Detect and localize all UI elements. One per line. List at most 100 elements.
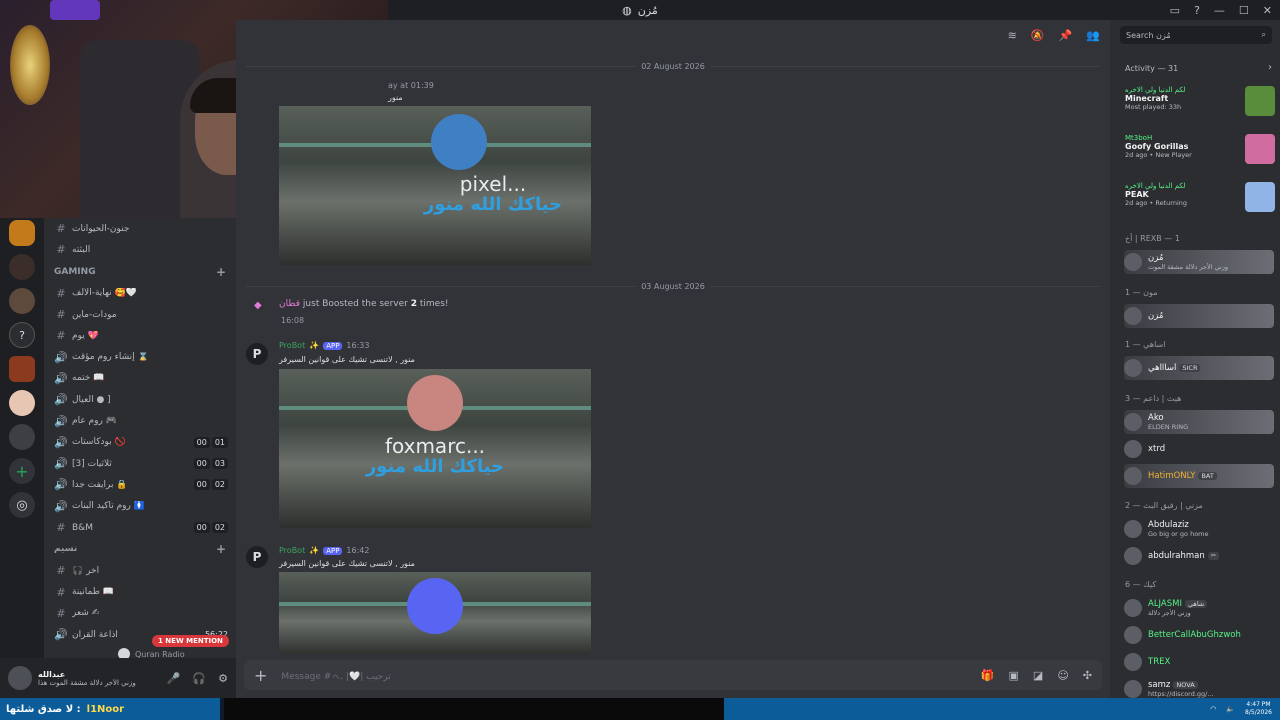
channel-item[interactable]: 🔊 روم تأكيد البنات 🚺: [44, 496, 236, 517]
member-item[interactable]: Ako ELDEN RING: [1124, 410, 1274, 434]
stream-ticker: لا صدق شلتها : l1Noor: [0, 698, 220, 720]
mute-mic-icon[interactable]: 🎤: [167, 672, 181, 685]
server-icon-2[interactable]: [9, 254, 35, 280]
pin-icon[interactable]: 📌: [1059, 29, 1073, 42]
member-item[interactable]: ALJASMI شاهي وزني الأجر دلالة: [1124, 596, 1274, 620]
avatar: [1124, 467, 1142, 485]
minimize-button[interactable]: —: [1214, 4, 1225, 17]
clock[interactable]: 4:47 PM 8/5/2026: [1245, 701, 1272, 717]
add-channel-icon[interactable]: +: [216, 542, 226, 556]
message-author[interactable]: ProBot: [279, 546, 305, 555]
category-gaming[interactable]: GAMING +: [44, 261, 236, 283]
welcome-embed-image[interactable]: pixel... حياكك الله منور: [279, 106, 591, 265]
channel-item[interactable]: 🔊 برايفت جدا 🔒 00 02: [44, 474, 236, 495]
search-input[interactable]: Search مُزن ⌕: [1120, 26, 1272, 44]
channel-item[interactable]: # مودات-ماين: [44, 304, 236, 325]
notification-bell-icon[interactable]: 🔕: [1031, 29, 1045, 42]
server-icon-4[interactable]: ?: [9, 322, 35, 348]
inbox-icon[interactable]: ▭: [1170, 4, 1180, 17]
channel-item[interactable]: 🔊 العيال ● ]: [44, 389, 236, 410]
taskbar-apps: [224, 698, 724, 720]
boost-user[interactable]: قطان: [279, 299, 300, 309]
game-thumbnail: [1245, 182, 1275, 212]
message-author[interactable]: ProBot: [279, 341, 305, 350]
attach-plus-icon[interactable]: +: [254, 666, 267, 685]
close-button[interactable]: ✕: [1263, 4, 1272, 17]
channel-name: يوم 💖: [72, 330, 99, 341]
new-mention-badge[interactable]: 1 NEW MENTION: [152, 635, 229, 647]
channel-item[interactable]: # يوم 💖: [44, 325, 236, 346]
member-item[interactable]: abdulrahman ᵞᵃ: [1124, 544, 1274, 568]
user-status: وزني الأجر دلالة مشقة الموت هذا: [38, 678, 136, 687]
emoji-icon[interactable]: ☺: [1057, 669, 1068, 682]
add-channel-icon[interactable]: +: [216, 265, 226, 279]
server-icon-6[interactable]: [9, 390, 35, 416]
count-chip: 00: [193, 522, 210, 533]
gift-icon[interactable]: 🎁: [981, 669, 995, 682]
speaker-icon: 🔊: [54, 435, 68, 449]
channel-item[interactable]: 🔊 إنشاء روم مؤقت ⌛: [44, 346, 236, 367]
member-item[interactable]: xtrd: [1124, 437, 1274, 461]
member-item[interactable]: HatimONLY BAT: [1124, 464, 1274, 488]
category-second[interactable]: نسيم +: [44, 538, 236, 560]
gif-icon[interactable]: ▣: [1009, 669, 1019, 682]
message-text: منور , لاتنسى تشيك على قوانين السيرفر: [279, 559, 415, 568]
probot-avatar[interactable]: P: [246, 546, 268, 568]
wifi-icon[interactable]: ◠: [1210, 705, 1216, 713]
threads-icon[interactable]: ≋: [1008, 29, 1017, 42]
channel-item[interactable]: # البثته: [44, 239, 236, 260]
member-tag: NOVA: [1173, 681, 1198, 689]
avatar: [1124, 599, 1142, 617]
add-server-button[interactable]: +: [9, 458, 35, 484]
welcome-embed-image[interactable]: [279, 572, 591, 654]
message-input[interactable]: Message #ㇸ. |🤍| ترحيب: [281, 669, 980, 682]
channel-item[interactable]: # شعر ✍: [44, 603, 236, 624]
deafen-icon[interactable]: 🎧: [192, 672, 206, 685]
channel-item[interactable]: # نهاية-الألف 🥰🤍: [44, 283, 236, 304]
speaker-icon: 🔊: [54, 478, 68, 492]
member-item[interactable]: أساااهي SICR: [1124, 356, 1274, 380]
server-icon-7[interactable]: [9, 424, 35, 450]
probot-avatar[interactable]: P: [246, 343, 268, 365]
user-controls: 🎤 🎧 ⚙: [167, 672, 228, 685]
sticker-icon[interactable]: ◪: [1033, 669, 1043, 682]
channel-item[interactable]: 🔊 بودكاستات 🚫 00 01: [44, 432, 236, 453]
activity-card[interactable]: Mt3boH Goofy Gorillas 2d ago • New Player: [1125, 134, 1275, 174]
volume-icon[interactable]: 🔈: [1226, 705, 1235, 713]
settings-gear-icon[interactable]: ⚙: [218, 672, 228, 685]
member-item[interactable]: TREX: [1124, 650, 1274, 674]
user-info[interactable]: عبدالله وزني الأجر دلالة مشقة الموت هذا: [38, 670, 167, 687]
channel-item[interactable]: 🔊 ختمه 📖: [44, 368, 236, 389]
apps-icon[interactable]: ✣: [1083, 669, 1092, 682]
channel-item[interactable]: 🔊 روم عام 🎮: [44, 410, 236, 431]
server-icon-5[interactable]: [9, 356, 35, 382]
server-icon-3[interactable]: [9, 288, 35, 314]
voice-member[interactable]: Quran Radio: [118, 648, 185, 658]
channel-item[interactable]: # 🎧 أخر: [44, 560, 236, 581]
speaker-icon: 🔊: [54, 393, 68, 407]
server-icon-1[interactable]: [9, 220, 35, 246]
help-icon[interactable]: ?: [1194, 4, 1200, 17]
voice-user-count: 00 01: [193, 436, 228, 448]
member-item[interactable]: مُزن وزني الأجر دلالة مشقة الموت: [1124, 250, 1274, 274]
maximize-button[interactable]: ☐: [1239, 4, 1249, 17]
channel-item[interactable]: # B&M 00 02: [44, 517, 236, 538]
chevron-right-icon[interactable]: ›: [1268, 62, 1272, 73]
member-name: HatimONLY: [1148, 471, 1196, 481]
activity-card[interactable]: لكم الدنيا ولي الاخره Minecraft Most playe…: [1125, 86, 1275, 126]
activity-card[interactable]: لكم الدنيا ولي الاخره PEAK 2d ago • Return…: [1125, 182, 1275, 222]
channel-item[interactable]: # جنون-الحيوانات: [44, 218, 236, 239]
discover-button[interactable]: ◎: [9, 492, 35, 518]
member-item[interactable]: BetterCallAbuGhzwoh: [1124, 623, 1274, 647]
message-composer[interactable]: + Message #ㇸ. |🤍| ترحيب 🎁 ▣ ◪ ☺ ✣: [244, 660, 1102, 690]
member-list-icon[interactable]: 👥: [1086, 29, 1100, 42]
count-chip: 00: [193, 436, 210, 448]
channel-item[interactable]: # طمأنينة 📖: [44, 581, 236, 602]
welcome-embed-image[interactable]: foxmarc... حياكك الله منور: [279, 369, 591, 528]
message-timestamp: 16:42: [346, 546, 370, 555]
member-item[interactable]: Abdulaziz Go big or go home: [1124, 517, 1274, 541]
member-item[interactable]: مُزن: [1124, 304, 1274, 328]
channel-item[interactable]: 🔊 ثلاثيات [3] 00 03: [44, 453, 236, 474]
avatar[interactable]: [8, 666, 32, 690]
member-item[interactable]: samz NOVA https://discord.gg/...: [1124, 677, 1274, 698]
